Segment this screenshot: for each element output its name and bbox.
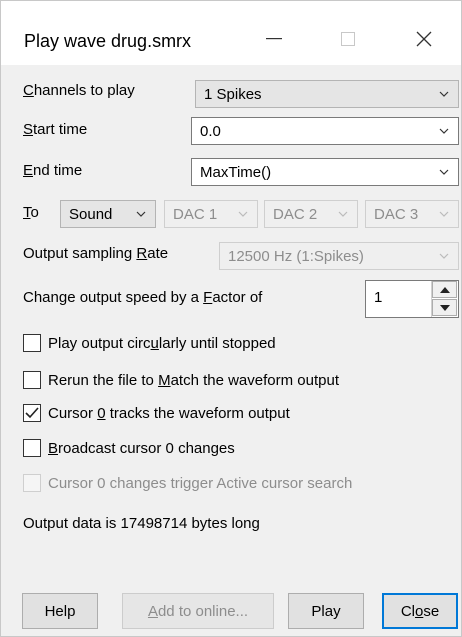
- start-time-value[interactable]: 0.0: [200, 123, 221, 140]
- spinner-arrows: [431, 281, 458, 317]
- sampling-rate-label: Output sampling Rate: [23, 245, 169, 262]
- rerun-label: Rerun the file to Match the waveform out…: [48, 371, 339, 389]
- circular-checkbox[interactable]: Play output circularly until stopped: [23, 334, 276, 352]
- channels-value: 1 Spikes: [204, 85, 262, 103]
- close-button[interactable]: Close: [382, 593, 458, 629]
- chevron-down-icon: [439, 211, 449, 217]
- broadcast-label: Broadcast cursor 0 changes: [48, 439, 235, 457]
- minimize-icon: [266, 38, 282, 40]
- trigger-search-label: Cursor 0 changes trigger Active cursor s…: [48, 474, 353, 492]
- rerun-checkbox[interactable]: Rerun the file to Match the waveform out…: [23, 371, 339, 389]
- checkbox-box[interactable]: [23, 334, 41, 352]
- to-label: To: [23, 204, 39, 221]
- chevron-down-icon: [136, 211, 146, 217]
- cursor-tracks-label: Cursor 0 tracks the waveform output: [48, 404, 290, 422]
- maximize-icon: [341, 32, 355, 46]
- speed-factor-spinner[interactable]: 1: [365, 280, 459, 318]
- sampling-rate-dropdown: 12500 Hz (1:Spikes): [219, 242, 459, 270]
- sampling-rate-value: 12500 Hz (1:Spikes): [228, 247, 364, 265]
- end-time-value[interactable]: MaxTime(): [200, 164, 271, 181]
- broadcast-checkbox[interactable]: Broadcast cursor 0 changes: [23, 439, 235, 457]
- start-time-label: Start time: [23, 121, 88, 138]
- window-title: Play wave drug.smrx: [24, 31, 192, 51]
- dac1-dropdown: DAC 1: [164, 200, 258, 228]
- output-device-value: Sound: [69, 205, 113, 223]
- help-button[interactable]: Help: [22, 593, 98, 629]
- start-time-combo[interactable]: 0.0: [191, 117, 459, 145]
- dac1-value: DAC 1: [173, 205, 218, 223]
- speed-factor-value[interactable]: 1: [374, 289, 382, 306]
- checkbox-box[interactable]: [23, 439, 41, 457]
- maximize-button: [325, 19, 371, 59]
- end-time-label: End time: [23, 162, 83, 179]
- checkbox-box[interactable]: [23, 371, 41, 389]
- add-to-online-label: Add to online...: [147, 602, 249, 620]
- dac2-dropdown: DAC 2: [264, 200, 358, 228]
- play-button[interactable]: Play: [288, 593, 364, 629]
- chevron-down-icon[interactable]: [438, 125, 450, 137]
- channels-dropdown[interactable]: 1 Spikes: [195, 80, 459, 108]
- dac3-dropdown: DAC 3: [365, 200, 459, 228]
- end-time-combo[interactable]: MaxTime(): [191, 158, 459, 186]
- chevron-down-icon: [238, 211, 248, 217]
- close-button-label: Close: [400, 602, 440, 620]
- title-bar[interactable]: Play wave drug.smrx: [1, 1, 461, 65]
- help-button-label: Help: [44, 602, 76, 620]
- checkmark-icon: [25, 407, 39, 419]
- minimize-button[interactable]: [251, 19, 297, 59]
- close-icon: [416, 31, 432, 47]
- cursor-tracks-checkbox[interactable]: Cursor 0 tracks the waveform output: [23, 404, 290, 422]
- close-window-button[interactable]: [401, 19, 447, 59]
- play-wave-dialog: Play wave drug.smrx Channels to play 1 S…: [0, 0, 462, 637]
- chevron-down-icon[interactable]: [438, 166, 450, 178]
- output-size-text: Output data is 17498714 bytes long: [23, 515, 260, 532]
- dac2-value: DAC 2: [273, 205, 318, 223]
- chevron-down-icon: [338, 211, 348, 217]
- spinner-up-button[interactable]: [432, 281, 457, 298]
- add-to-online-button: Add to online...: [122, 593, 274, 629]
- output-device-dropdown[interactable]: Sound: [60, 200, 156, 228]
- chevron-down-icon: [439, 253, 449, 259]
- channels-label: Channels to play: [23, 82, 135, 99]
- spinner-down-button[interactable]: [432, 299, 457, 316]
- checkbox-box: [23, 474, 41, 492]
- play-button-label: Play: [311, 602, 341, 620]
- circular-label: Play output circularly until stopped: [48, 334, 276, 352]
- checkbox-box[interactable]: [23, 404, 41, 422]
- chevron-down-icon: [439, 91, 449, 97]
- trigger-search-checkbox: Cursor 0 changes trigger Active cursor s…: [23, 474, 352, 492]
- caret-down-icon: [439, 304, 450, 311]
- dac3-value: DAC 3: [374, 205, 419, 223]
- speed-factor-label: Change output speed by a Factor of: [23, 289, 263, 306]
- caret-up-icon: [439, 286, 450, 293]
